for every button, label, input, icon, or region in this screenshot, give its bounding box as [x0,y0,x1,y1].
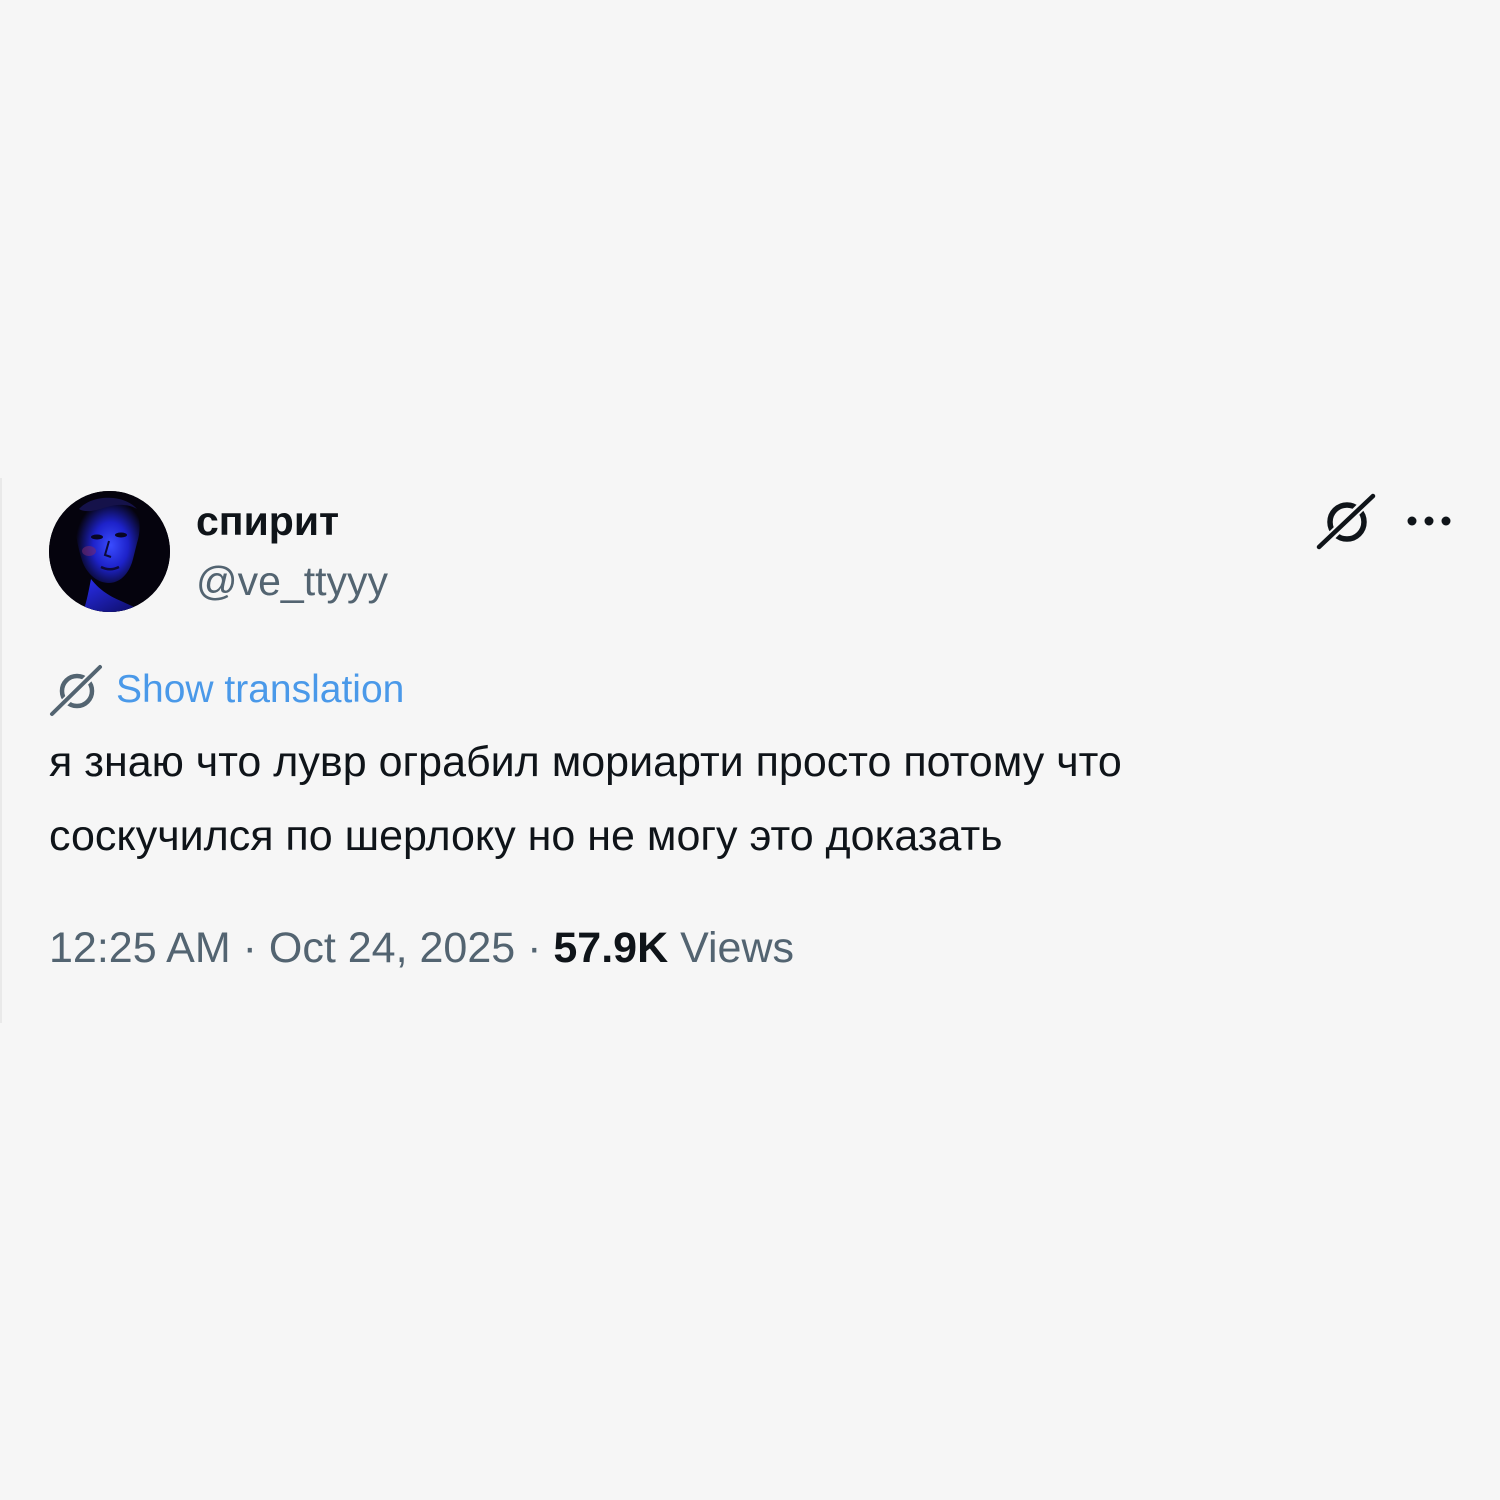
meta-separator: · [527,924,542,972]
grok-icon [49,663,103,717]
tweet-card: спирит @ve_ttyyy Show translation я знаю… [0,0,1500,1500]
tweet-text-line: я знаю что лувр ограбил мориарти просто … [49,738,1122,786]
tweet-text-line: соскучился по шерлоку но не могу это док… [49,812,1003,860]
views-count: 57.9K [553,924,669,972]
tweet-text: я знаю что лувр ограбил мориарти просто … [49,725,1349,873]
more-options-icon [1407,516,1451,526]
grok-icon [1315,491,1377,552]
tweet-time[interactable]: 12:25 AM [49,924,231,972]
show-translation-button[interactable]: Show translation [49,662,404,718]
views-link[interactable]: 57.9K Views [553,924,794,972]
grok-button[interactable] [1315,491,1377,552]
tweet-meta: 12:25 AM · Oct 24, 2025 · 57.9K Views [49,920,794,976]
tweet-date[interactable]: Oct 24, 2025 [269,924,515,972]
avatar-image [49,491,170,612]
meta-separator: · [242,924,257,972]
user-handle[interactable]: @ve_ttyyy [196,556,388,606]
display-name[interactable]: спирит [196,497,339,545]
views-label: Views [680,924,795,972]
avatar[interactable] [49,491,170,612]
show-translation-label: Show translation [116,668,405,711]
more-options-button[interactable] [1404,504,1454,538]
